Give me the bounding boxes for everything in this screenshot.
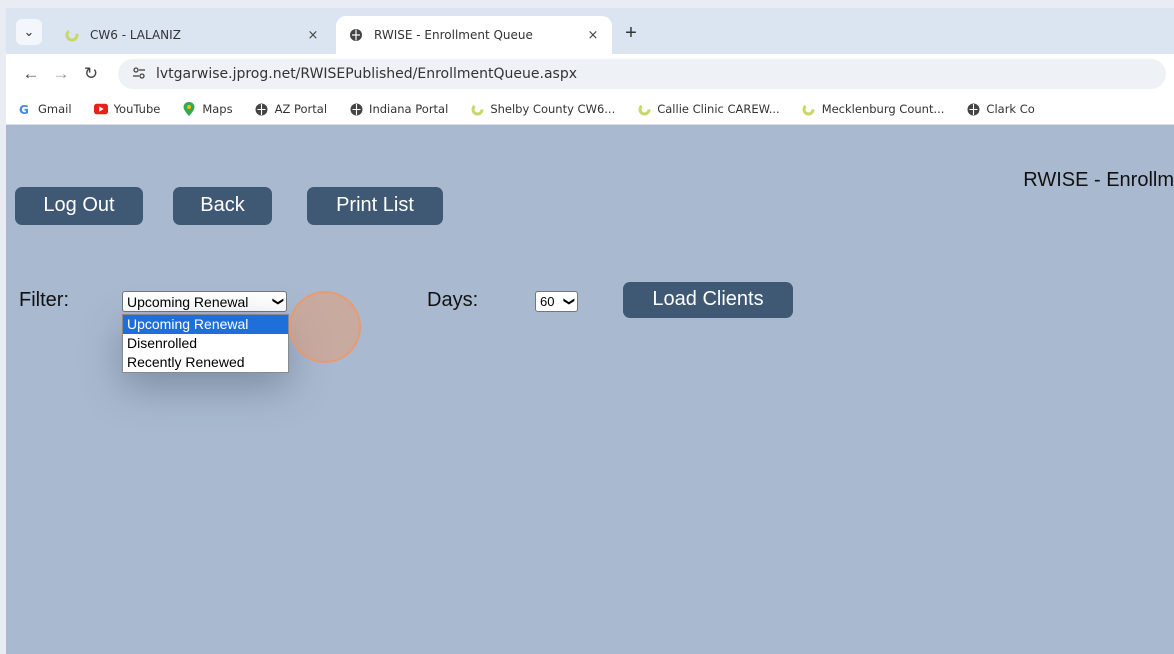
tab-title: RWISE - Enrollment Queue — [374, 28, 533, 42]
spinner-icon — [64, 27, 80, 43]
globe-icon — [255, 102, 269, 116]
bookmark-maps[interactable]: Maps — [182, 102, 233, 116]
url-text: lvtgarwise.jprog.net/RWISEPublished/Enro… — [156, 66, 577, 82]
log-out-button[interactable]: Log Out — [15, 187, 143, 225]
address-bar[interactable]: lvtgarwise.jprog.net/RWISEPublished/Enro… — [118, 59, 1166, 89]
new-tab-button[interactable]: + — [618, 21, 644, 47]
bookmark-shelby-county[interactable]: Shelby County CW6... — [470, 102, 615, 116]
google-icon: G — [18, 102, 32, 116]
tab-cw6[interactable]: CW6 - LALANIZ × — [52, 16, 332, 54]
page-title: RWISE - Enrollm — [1023, 169, 1174, 191]
chevron-down-icon: ❯ — [271, 296, 284, 307]
tab-enrollment-queue[interactable]: RWISE - Enrollment Queue × — [336, 16, 612, 54]
youtube-icon — [93, 102, 108, 116]
browser-window: ⌄ CW6 - LALANIZ × RWISE - Enrollment Que… — [6, 8, 1174, 654]
days-select[interactable]: 60 ❯ — [535, 291, 578, 312]
globe-icon — [348, 27, 364, 43]
filter-selected-value: Upcoming Renewal — [127, 293, 249, 310]
browser-toolbar: ← → ↻ lvtgarwise.jprog.net/RWISEPublishe… — [6, 54, 1174, 94]
days-selected-value: 60 — [540, 294, 555, 309]
globe-icon — [349, 102, 363, 116]
load-clients-button[interactable]: Load Clients — [623, 282, 793, 318]
print-list-button[interactable]: Print List — [307, 187, 443, 225]
forward-arrow-icon[interactable]: → — [46, 64, 76, 84]
tab-bar: ⌄ CW6 - LALANIZ × RWISE - Enrollment Que… — [6, 8, 1174, 54]
bookmark-az-portal[interactable]: AZ Portal — [255, 102, 327, 116]
tab-search-button[interactable]: ⌄ — [16, 19, 42, 45]
days-label: Days: — [427, 289, 479, 311]
bookmark-indiana-portal[interactable]: Indiana Portal — [349, 102, 448, 116]
back-arrow-icon[interactable]: ← — [16, 64, 46, 84]
page-content: RWISE - Enrollm Log Out Back Print List … — [6, 125, 1174, 654]
filter-dropdown-list: Upcoming Renewal Disenrolled Recently Re… — [122, 314, 289, 373]
maps-pin-icon — [182, 102, 196, 116]
bookmark-mecklenburg[interactable]: Mecklenburg Count... — [802, 102, 944, 116]
spinner-icon — [802, 102, 816, 116]
reload-icon[interactable]: ↻ — [76, 64, 106, 84]
spinner-icon — [470, 102, 484, 116]
site-info-icon[interactable] — [132, 66, 146, 82]
filter-select[interactable]: Upcoming Renewal ❯ — [122, 291, 287, 312]
tab-title: CW6 - LALANIZ — [90, 28, 181, 42]
bookmark-clark-co[interactable]: Clark Co — [966, 102, 1035, 116]
filter-option-upcoming-renewal[interactable]: Upcoming Renewal — [123, 315, 288, 334]
svg-text:G: G — [19, 103, 29, 116]
bookmark-callie-clinic[interactable]: Callie Clinic CAREW... — [637, 102, 780, 116]
filter-option-recently-renewed[interactable]: Recently Renewed — [123, 353, 288, 372]
back-button[interactable]: Back — [173, 187, 272, 225]
bookmarks-bar: G Gmail YouTube Maps AZ Portal Indiana P… — [6, 94, 1174, 125]
bookmark-gmail[interactable]: G Gmail — [18, 102, 72, 116]
close-icon[interactable]: × — [302, 28, 324, 43]
filter-option-disenrolled[interactable]: Disenrolled — [123, 334, 288, 353]
globe-icon — [966, 102, 980, 116]
spinner-icon — [637, 102, 651, 116]
chevron-down-icon: ❯ — [562, 296, 575, 307]
chevron-down-icon: ⌄ — [23, 24, 35, 39]
close-icon[interactable]: × — [582, 28, 604, 43]
click-indicator — [289, 291, 361, 363]
bookmark-youtube[interactable]: YouTube — [93, 102, 160, 116]
filter-label: Filter: — [19, 289, 69, 311]
